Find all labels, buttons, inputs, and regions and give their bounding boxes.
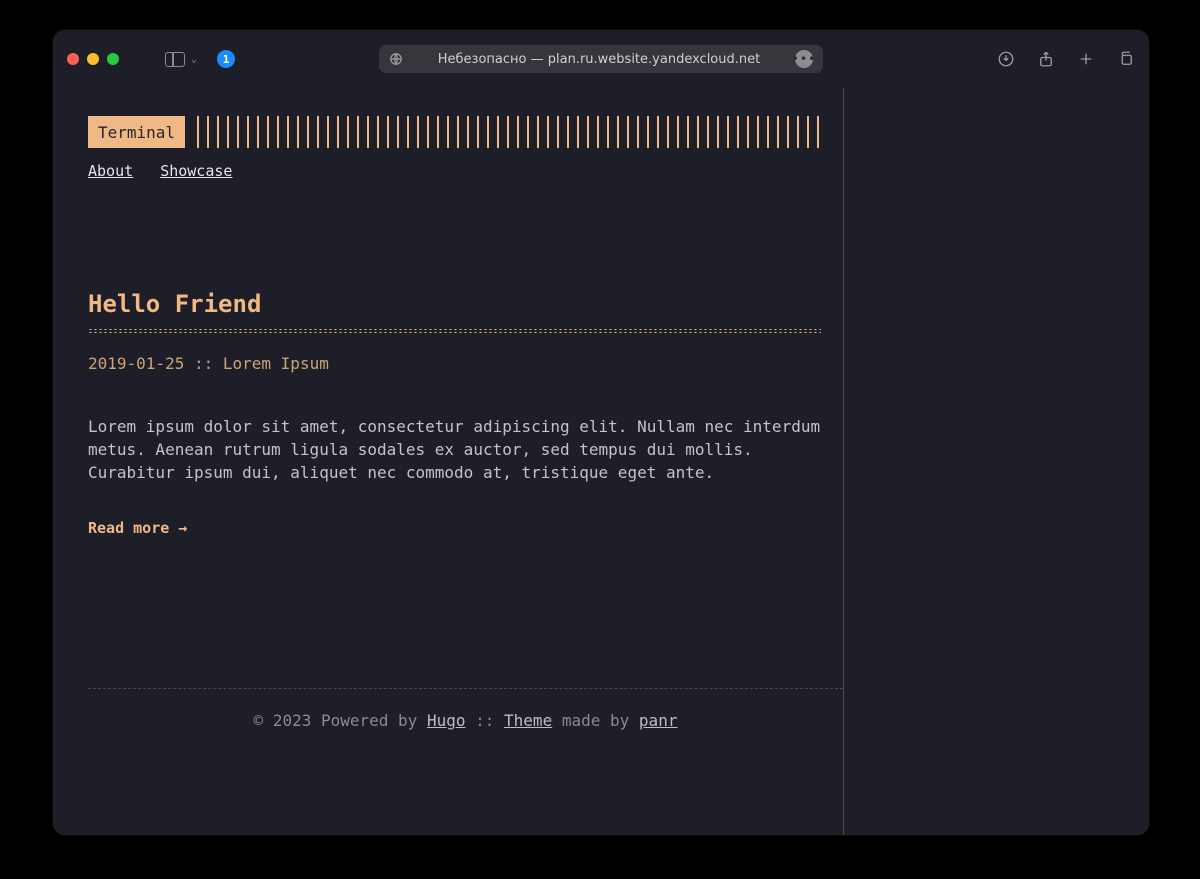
- browser-window: ⌄ 1 Небезопасно — plan.ru.website.yandex…: [53, 30, 1149, 835]
- header-stripe-decoration: [197, 116, 823, 148]
- side-column: [843, 88, 1149, 835]
- toolbar-right: [997, 50, 1135, 68]
- maximize-icon[interactable]: [107, 53, 119, 65]
- post: Hello Friend 2019-01-25 :: Lorem Ipsum L…: [88, 290, 843, 537]
- site-footer: © 2023 Powered by Hugo :: Theme made by …: [88, 688, 843, 730]
- titlebar: ⌄ 1 Небезопасно — plan.ru.website.yandex…: [53, 30, 1149, 88]
- address-text: Небезопасно — plan.ru.website.yandexclou…: [411, 52, 787, 67]
- meta-separator: ::: [194, 354, 213, 373]
- footer-copyright: © 2023: [254, 711, 312, 730]
- close-icon[interactable]: [67, 53, 79, 65]
- main-column: Terminal About Showcase Hello Friend 201…: [53, 88, 843, 835]
- post-author: Lorem Ipsum: [223, 354, 329, 373]
- nav-link-about[interactable]: About: [88, 162, 133, 180]
- site-logo[interactable]: Terminal: [88, 116, 185, 148]
- read-more-link[interactable]: Read more →: [88, 519, 187, 537]
- sidebar-icon: [165, 52, 185, 67]
- site-header: Terminal: [88, 116, 843, 148]
- nav-link-showcase[interactable]: Showcase: [160, 162, 232, 180]
- chevron-down-icon: ⌄: [191, 54, 197, 65]
- window-controls: [67, 53, 119, 65]
- footer-made-by: made by: [562, 711, 629, 730]
- primary-nav: About Showcase: [88, 162, 843, 180]
- extension-1password-icon[interactable]: 1: [217, 50, 235, 68]
- post-meta: 2019-01-25 :: Lorem Ipsum: [88, 354, 821, 373]
- minimize-icon[interactable]: [87, 53, 99, 65]
- address-bar[interactable]: Небезопасно — plan.ru.website.yandexclou…: [379, 45, 823, 73]
- globe-icon: [389, 52, 403, 66]
- post-date: 2019-01-25: [88, 354, 184, 373]
- footer-link-hugo[interactable]: Hugo: [427, 711, 466, 730]
- dotted-divider: [88, 328, 821, 334]
- post-excerpt: Lorem ipsum dolor sit amet, consectetur …: [88, 415, 821, 485]
- page-content: Terminal About Showcase Hello Friend 201…: [53, 88, 1149, 835]
- page-settings-icon[interactable]: •••: [795, 50, 813, 68]
- footer-link-theme[interactable]: Theme: [504, 711, 552, 730]
- share-icon[interactable]: [1037, 50, 1055, 68]
- new-tab-icon[interactable]: [1077, 50, 1095, 68]
- footer-powered-by: Powered by: [321, 711, 417, 730]
- footer-separator: ::: [475, 711, 494, 730]
- sidebar-toggle-button[interactable]: ⌄: [165, 52, 197, 67]
- tab-overview-icon[interactable]: [1117, 50, 1135, 68]
- footer-link-panr[interactable]: panr: [639, 711, 678, 730]
- downloads-icon[interactable]: [997, 50, 1015, 68]
- post-title[interactable]: Hello Friend: [88, 290, 821, 318]
